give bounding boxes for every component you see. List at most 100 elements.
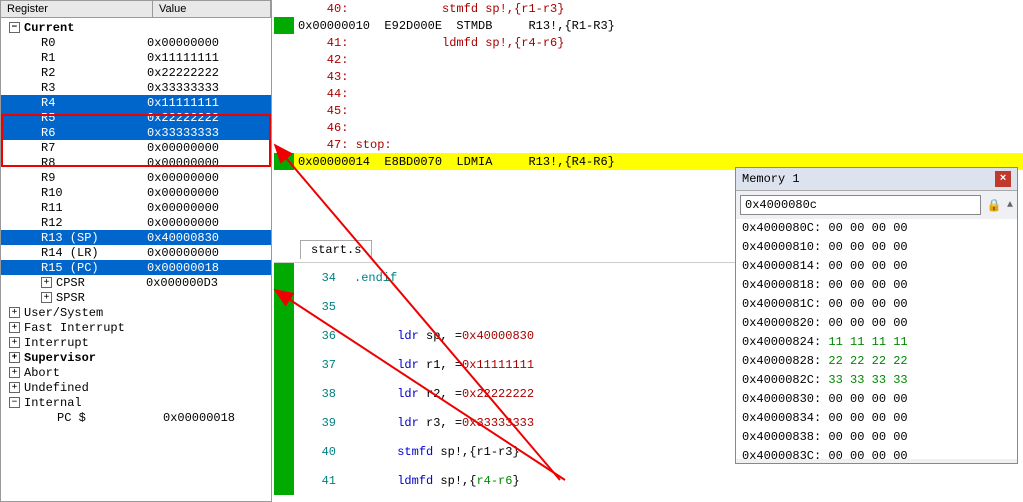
disasm-line[interactable]: 44: xyxy=(274,85,1023,102)
disasm-line[interactable]: 0x00000010 E92D000E STMDB R13!,{R1-R3} xyxy=(274,17,1023,34)
disasm-line[interactable]: 46: xyxy=(274,119,1023,136)
plus-icon[interactable]: + xyxy=(9,337,20,348)
source-line[interactable]: 37 ldr r1, =0x11111111 xyxy=(274,350,742,379)
disasm-line[interactable]: 47: stop: xyxy=(274,136,1023,153)
gutter xyxy=(274,68,294,85)
register-col-name: Register xyxy=(1,1,153,17)
memory-row[interactable]: 0x40000814: 00 00 00 00 xyxy=(742,259,1011,278)
reg-mode-interrupt[interactable]: +Interrupt xyxy=(1,335,271,350)
reg-mode-user-system[interactable]: +User/System xyxy=(1,305,271,320)
reg-row-r13sp[interactable]: R13 (SP)0x40000830 xyxy=(1,230,271,245)
line-number: 41 xyxy=(294,474,354,488)
line-number: 39 xyxy=(294,416,354,430)
disasm-line[interactable]: 42: xyxy=(274,51,1023,68)
reg-row-r15pc[interactable]: R15 (PC)0x00000018 xyxy=(1,260,271,275)
gutter xyxy=(274,136,294,153)
reg-row-r8[interactable]: R80x00000000 xyxy=(1,155,271,170)
gutter xyxy=(274,153,294,170)
memory-row[interactable]: 0x4000080C: 00 00 00 00 xyxy=(742,221,1011,240)
plus-icon[interactable]: + xyxy=(9,352,20,363)
plus-icon[interactable]: + xyxy=(9,307,20,318)
reg-row-r7[interactable]: R70x00000000 xyxy=(1,140,271,155)
gutter xyxy=(274,119,294,136)
register-col-value: Value xyxy=(153,1,271,17)
reg-mode-undefined[interactable]: +Undefined xyxy=(1,380,271,395)
source-panel[interactable]: 34.endif 35 36 ldr sp, =0x4000083037 ldr r… xyxy=(274,262,742,502)
reg-row-r11[interactable]: R110x00000000 xyxy=(1,200,271,215)
plus-icon[interactable]: + xyxy=(41,292,52,303)
reg-row-r10[interactable]: R100x00000000 xyxy=(1,185,271,200)
reg-row-spsr[interactable]: +SPSR xyxy=(1,290,271,305)
gutter xyxy=(274,51,294,68)
source-line[interactable]: 34.endif xyxy=(274,263,742,292)
memory-row[interactable]: 0x40000818: 00 00 00 00 xyxy=(742,278,1011,297)
memory-row[interactable]: 0x40000820: 00 00 00 00 xyxy=(742,316,1011,335)
memory-row[interactable]: 0x40000834: 00 00 00 00 xyxy=(742,411,1011,430)
source-line[interactable]: 39 ldr r3, =0x33333333 xyxy=(274,408,742,437)
reg-row-r12[interactable]: R120x00000000 xyxy=(1,215,271,230)
reg-row-r3[interactable]: R30x33333333 xyxy=(1,80,271,95)
close-icon[interactable]: × xyxy=(995,171,1011,187)
reg-mode-abort[interactable]: +Abort xyxy=(1,365,271,380)
source-line[interactable]: 38 ldr r2, =0x22222222 xyxy=(274,379,742,408)
plus-icon[interactable]: + xyxy=(9,322,20,333)
disasm-line[interactable]: 43: xyxy=(274,68,1023,85)
memory-row[interactable]: 0x4000081C: 00 00 00 00 xyxy=(742,297,1011,316)
memory-row[interactable]: 0x4000083C: 00 00 00 00 xyxy=(742,449,1011,468)
reg-mode-internal[interactable]: −Internal xyxy=(1,395,271,410)
scroll-up-icon[interactable]: ▲ xyxy=(1007,200,1013,211)
memory-address-input[interactable] xyxy=(740,195,981,215)
memory-row[interactable]: 0x40000824: 11 11 11 11 xyxy=(742,335,1011,354)
source-line[interactable]: 40 stmfd sp!,{r1-r3} xyxy=(274,437,742,466)
memory-row[interactable]: 0x40000830: 00 00 00 00 xyxy=(742,392,1011,411)
minus-icon[interactable]: − xyxy=(9,22,20,33)
plus-icon[interactable]: + xyxy=(9,382,20,393)
plus-icon[interactable]: + xyxy=(9,367,20,378)
line-number: 40 xyxy=(294,445,354,459)
disasm-line[interactable]: 40: stmfd sp!,{r1-r3} xyxy=(274,0,1023,17)
memory-window: Memory 1 × 🔒 ▲ 0x4000080C: 00 00 00 000x… xyxy=(735,167,1018,464)
reg-row-r5[interactable]: R50x22222222 xyxy=(1,110,271,125)
line-number: 36 xyxy=(294,329,354,343)
memory-row[interactable]: 0x40000838: 00 00 00 00 xyxy=(742,430,1011,449)
line-number: 37 xyxy=(294,358,354,372)
gutter xyxy=(274,292,294,321)
reg-row-r9[interactable]: R90x00000000 xyxy=(1,170,271,185)
reg-row-r6[interactable]: R60x33333333 xyxy=(1,125,271,140)
memory-body[interactable]: 0x4000080C: 00 00 00 000x40000810: 00 00… xyxy=(736,219,1017,459)
reg-row-cpsr[interactable]: +CPSR0x000000D3 xyxy=(1,275,271,290)
disasm-line[interactable]: 45: xyxy=(274,102,1023,119)
gutter xyxy=(274,85,294,102)
memory-titlebar[interactable]: Memory 1 × xyxy=(736,168,1017,191)
line-number: 34 xyxy=(294,271,354,285)
reg-row-r2[interactable]: R20x22222222 xyxy=(1,65,271,80)
reg-row-r4[interactable]: R40x11111111 xyxy=(1,95,271,110)
plus-icon[interactable]: + xyxy=(41,277,52,288)
gutter xyxy=(274,437,294,466)
gutter xyxy=(274,408,294,437)
source-tab[interactable]: start.s xyxy=(300,240,372,259)
register-tree: − Current R00x00000000R10x11111111R20x22… xyxy=(1,18,271,427)
source-line[interactable]: 36 ldr sp, =0x40000830 xyxy=(274,321,742,350)
line-number: 35 xyxy=(294,300,354,314)
reg-row-r14lr[interactable]: R14 (LR)0x00000000 xyxy=(1,245,271,260)
reg-group-current[interactable]: − Current xyxy=(1,20,271,35)
source-line[interactable]: 35 xyxy=(274,292,742,321)
memory-row[interactable]: 0x40000828: 22 22 22 22 xyxy=(742,354,1011,373)
memory-row[interactable]: 0x4000082C: 33 33 33 33 xyxy=(742,373,1011,392)
reg-row-r0[interactable]: R00x00000000 xyxy=(1,35,271,50)
reg-internal-pc[interactable]: PC $ 0x00000018 xyxy=(1,410,271,425)
source-line[interactable]: 41 ldmfd sp!,{r4-r6} xyxy=(274,466,742,495)
minus-icon[interactable]: − xyxy=(9,397,20,408)
lock-icon[interactable]: 🔒 xyxy=(985,196,1003,214)
gutter xyxy=(274,17,294,34)
line-number: 38 xyxy=(294,387,354,401)
reg-mode-fast-interrupt[interactable]: +Fast Interrupt xyxy=(1,320,271,335)
gutter xyxy=(274,321,294,350)
register-panel: Register Value − Current R00x00000000R10… xyxy=(0,0,272,502)
register-header: Register Value xyxy=(1,1,271,18)
reg-row-r1[interactable]: R10x11111111 xyxy=(1,50,271,65)
memory-row[interactable]: 0x40000810: 00 00 00 00 xyxy=(742,240,1011,259)
reg-mode-supervisor[interactable]: +Supervisor xyxy=(1,350,271,365)
disasm-line[interactable]: 41: ldmfd sp!,{r4-r6} xyxy=(274,34,1023,51)
